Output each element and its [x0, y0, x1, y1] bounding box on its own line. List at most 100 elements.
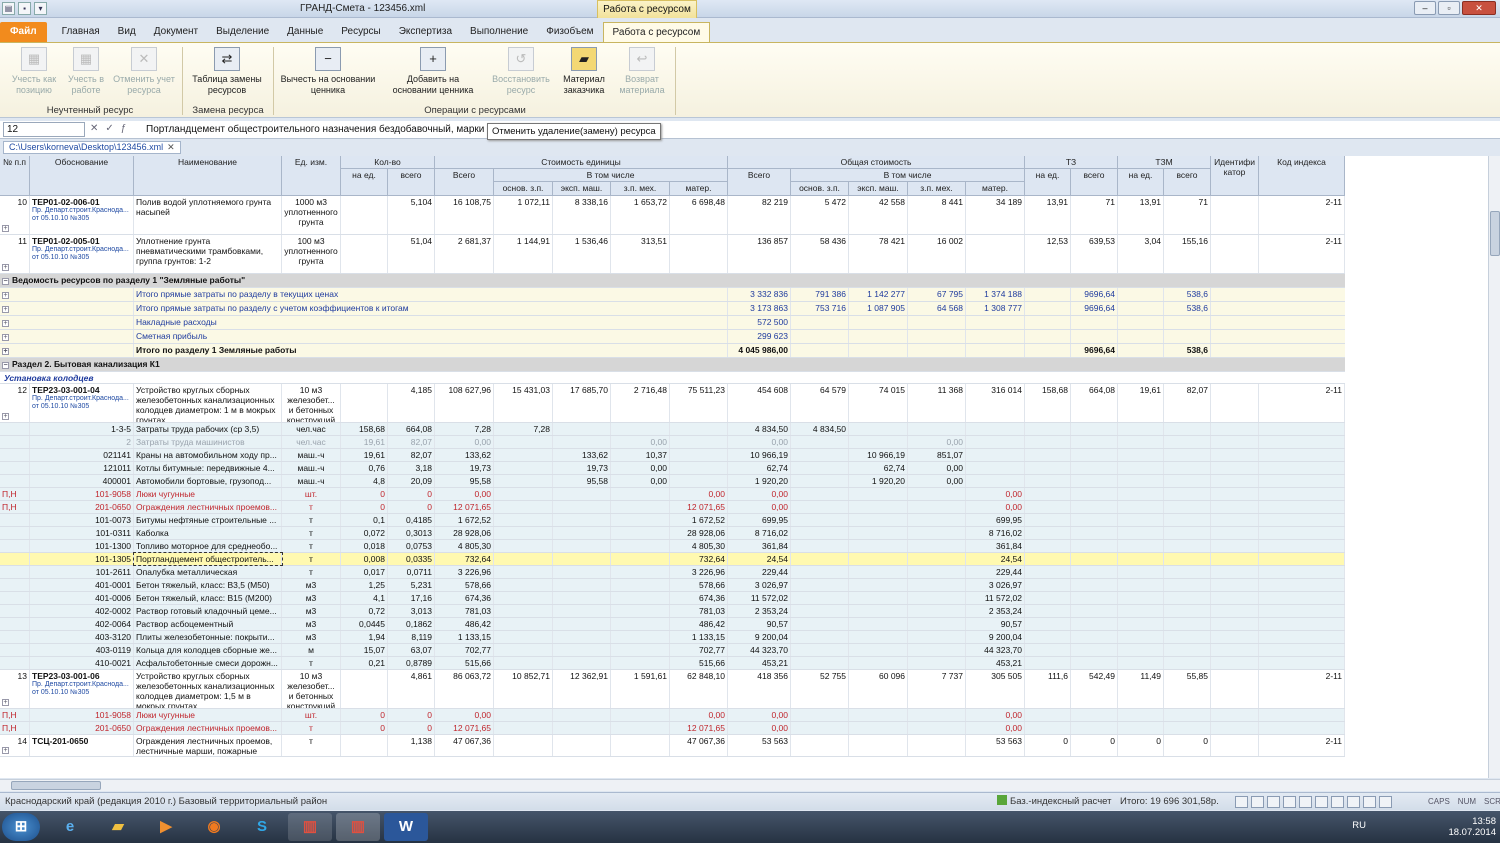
table-cell[interactable] — [1259, 657, 1345, 669]
cell-reference-field[interactable]: 12 — [3, 122, 85, 137]
table-cell[interactable] — [1259, 475, 1345, 487]
table-cell[interactable]: 75 511,23 — [670, 384, 728, 422]
table-cell[interactable] — [1025, 462, 1071, 474]
table-cell[interactable]: 453,21 — [728, 657, 791, 669]
table-cell[interactable]: 486,42 — [670, 618, 728, 630]
table-cell[interactable]: 781,03 — [435, 605, 494, 617]
table-cell[interactable] — [1211, 527, 1259, 539]
table-cell[interactable] — [0, 579, 30, 591]
table-cell[interactable]: м3 — [282, 631, 341, 643]
table-cell[interactable] — [849, 566, 908, 578]
table-cell[interactable]: Затраты труда рабочих (ср 3,5) — [134, 423, 282, 435]
table-cell[interactable]: 9 200,04 — [728, 631, 791, 643]
table-cell[interactable]: 305 505 — [966, 670, 1025, 708]
formula-value[interactable]: Портландцемент общестроительного назначе… — [146, 124, 484, 135]
table-cell[interactable]: т — [282, 540, 341, 552]
table-cell[interactable] — [1211, 644, 1259, 656]
expand-icon[interactable]: + — [2, 348, 9, 355]
table-cell[interactable] — [1164, 436, 1211, 448]
table-cell[interactable] — [1025, 579, 1071, 591]
col-header-mater[interactable]: матер. — [670, 182, 728, 196]
table-cell[interactable] — [1164, 540, 1211, 552]
table-cell[interactable]: ТЕР01-02-005-01 Пр. Департ.строит.Краснод… — [30, 235, 134, 273]
table-cell[interactable] — [1211, 196, 1259, 234]
table-cell[interactable] — [1118, 592, 1164, 604]
table-row[interactable]: 1-3-5 Затраты труда рабочих (ср 3,5) чел.ч… — [0, 423, 1345, 436]
table-cell[interactable]: 10 852,71 — [494, 670, 553, 708]
table-cell[interactable] — [791, 618, 849, 630]
table-cell[interactable]: 58 436 — [791, 235, 849, 273]
table-cell[interactable] — [908, 553, 966, 565]
table-cell[interactable]: 101-0311 — [30, 527, 134, 539]
table-row[interactable]: 2 Затраты труда машинистов чел.час 19,61 82,… — [0, 436, 1345, 449]
table-cell[interactable] — [791, 330, 849, 343]
table-cell[interactable]: 538,6 — [1164, 344, 1211, 357]
table-cell[interactable] — [1118, 288, 1164, 301]
table-cell[interactable] — [1071, 631, 1118, 643]
table-cell[interactable] — [1164, 709, 1211, 721]
col-header-tzm-total[interactable]: всего — [1164, 169, 1211, 196]
col-header-qty-per[interactable]: на ед. — [341, 169, 388, 196]
table-cell[interactable] — [1118, 527, 1164, 539]
table-cell[interactable] — [1259, 566, 1345, 578]
table-cell[interactable]: Ограждения лестничных проемов... — [134, 501, 282, 513]
table-cell[interactable]: 1,138 — [388, 735, 435, 756]
table-cell[interactable] — [1211, 631, 1259, 643]
table-cell[interactable] — [908, 657, 966, 669]
table-cell[interactable] — [670, 423, 728, 435]
table-cell[interactable] — [791, 527, 849, 539]
table-cell[interactable] — [1118, 553, 1164, 565]
table-cell[interactable] — [494, 592, 553, 604]
table-cell[interactable] — [908, 488, 966, 500]
table-cell[interactable]: чел.час — [282, 423, 341, 435]
table-cell[interactable]: 19,61 — [341, 449, 388, 461]
table-cell[interactable]: 47 067,36 — [435, 735, 494, 756]
table-cell[interactable]: 1 144,91 — [494, 235, 553, 273]
table-cell[interactable]: 674,36 — [435, 592, 494, 604]
table-row[interactable]: 101-0073 Битумы нефтяные строительные ...… — [0, 514, 1345, 527]
table-cell[interactable]: 0,00 — [670, 709, 728, 721]
table-cell[interactable] — [0, 657, 30, 669]
table-cell[interactable] — [791, 514, 849, 526]
table-cell[interactable] — [1259, 501, 1345, 513]
table-cell[interactable] — [1164, 449, 1211, 461]
table-cell[interactable]: 12 071,65 — [435, 722, 494, 734]
view-icon[interactable] — [1251, 796, 1264, 808]
table-cell[interactable] — [1164, 618, 1211, 630]
table-cell[interactable]: 0 — [388, 488, 435, 500]
table-cell[interactable] — [1211, 449, 1259, 461]
table-cell[interactable] — [849, 605, 908, 617]
check-icon[interactable]: ✓ — [105, 123, 113, 134]
table-cell[interactable] — [791, 709, 849, 721]
table-cell[interactable] — [0, 566, 30, 578]
table-cell[interactable] — [1025, 722, 1071, 734]
table-cell[interactable] — [908, 501, 966, 513]
table-cell[interactable] — [494, 475, 553, 487]
table-cell[interactable]: 0 — [388, 709, 435, 721]
table-cell[interactable] — [1211, 423, 1259, 435]
table-cell[interactable]: 400001 — [30, 475, 134, 487]
table-cell[interactable] — [611, 540, 670, 552]
table-cell[interactable]: 454 608 — [728, 384, 791, 422]
expand-icon[interactable]: + — [2, 747, 9, 754]
table-cell[interactable]: Краны на автомобильном ходу пр... — [134, 449, 282, 461]
table-cell[interactable] — [1118, 631, 1164, 643]
table-cell[interactable]: 401-0006 — [30, 592, 134, 604]
table-cell[interactable] — [908, 527, 966, 539]
table-cell[interactable]: 10 м3 железобет... и бетонных конструкци… — [282, 670, 341, 708]
table-cell[interactable]: 361,84 — [728, 540, 791, 552]
table-cell[interactable] — [1025, 527, 1071, 539]
table-cell[interactable] — [791, 316, 849, 329]
table-cell[interactable] — [1259, 488, 1345, 500]
col-header-tz-total[interactable]: всего — [1071, 169, 1118, 196]
table-cell[interactable]: 851,07 — [908, 449, 966, 461]
table-cell[interactable] — [849, 514, 908, 526]
table-cell[interactable]: Раздел 2. Бытовая канализация К1 — [10, 358, 710, 371]
table-cell[interactable]: 62 848,10 — [670, 670, 728, 708]
table-cell[interactable]: 361,84 — [966, 540, 1025, 552]
table-cell[interactable] — [611, 501, 670, 513]
table-cell[interactable] — [0, 553, 30, 565]
table-cell[interactable] — [611, 631, 670, 643]
table-cell[interactable]: 4,1 — [341, 592, 388, 604]
table-row[interactable]: П,Н 201-0650 Ограждения лестничных проемов… — [0, 722, 1345, 735]
